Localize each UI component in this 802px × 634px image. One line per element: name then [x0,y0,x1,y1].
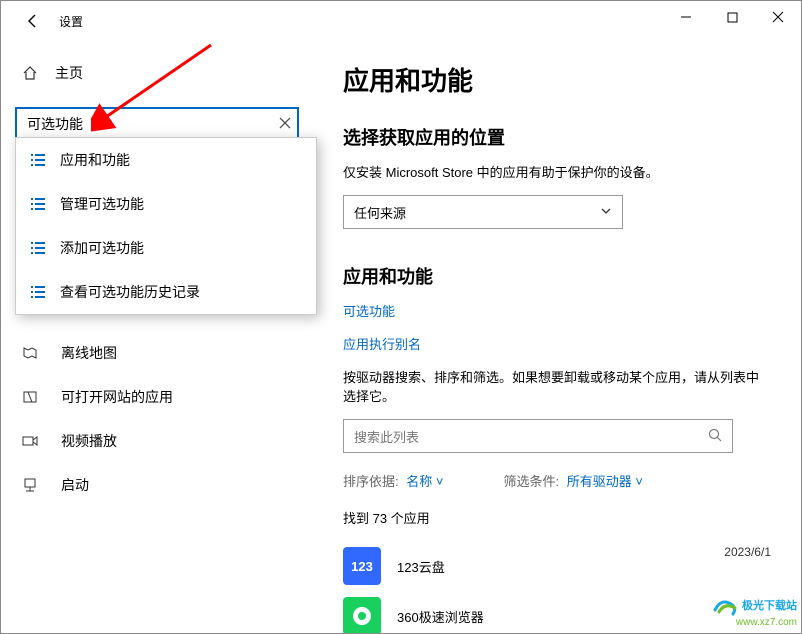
found-count: 找到 73 个应用 [343,508,771,527]
select-value: 任何来源 [354,203,406,222]
list-icon [30,284,46,300]
app-icon: 123 [343,547,381,585]
nav-label: 启动 [61,475,89,495]
nav-label: 可打开网站的应用 [61,387,173,407]
optional-features-link[interactable]: 可选功能 [343,301,771,320]
close-button[interactable] [755,1,801,33]
arrow-left-icon [25,13,41,29]
suggestion-item[interactable]: 查看可选功能历史记录 [16,270,316,314]
filter-control[interactable]: 筛选条件: 所有驱动器 ˅ [503,471,642,490]
filter-value: 所有驱动器 [567,474,632,489]
close-icon [772,11,784,23]
app-icon [343,597,381,633]
x-icon [279,117,291,129]
search-desc: 按驱动器搜索、排序和筛选。如果想要卸载或移动某个应用，请从列表中选择它。 [343,367,771,405]
browser-icon [350,604,374,628]
list-icon [30,240,46,256]
search-icon [708,428,722,445]
home-icon [21,64,39,82]
chevron-down-icon: ˅ [436,474,444,489]
window-controls [663,1,801,33]
content-area: 应用和功能 选择获取应用的位置 仅安装 Microsoft Store 中的应用… [313,41,801,633]
nav-label: 离线地图 [61,343,117,363]
sort-filter-row: 排序依据: 名称 ˅ 筛选条件: 所有驱动器 ˅ [343,471,771,490]
sort-label: 排序依据: [343,474,399,489]
section-title-apps: 应用和功能 [343,263,771,289]
list-icon [30,196,46,212]
maximize-button[interactable] [709,1,755,33]
maximize-icon [727,12,738,23]
section-desc: 仅安装 Microsoft Store 中的应用有助于保护你的设备。 [343,162,771,181]
app-name: 123云盘 [397,557,445,576]
back-button[interactable] [13,1,53,41]
minimize-icon [680,11,692,23]
nav-label: 视频播放 [61,431,117,451]
nav-startup[interactable]: 启动 [1,463,313,507]
list-icon [30,152,46,168]
app-source-select[interactable]: 任何来源 [343,195,623,229]
video-icon [21,432,39,450]
search-input[interactable] [15,107,299,141]
suggestion-item[interactable]: 添加可选功能 [16,226,316,270]
suggestion-label: 查看可选功能历史记录 [60,282,200,302]
nav-video-playback[interactable]: 视频播放 [1,419,313,463]
sort-value: 名称 [406,474,432,489]
app-date: 2023/6/1 [724,545,771,559]
chevron-down-icon [600,205,612,220]
nav-offline-maps[interactable]: 离线地图 [1,331,313,375]
suggestion-label: 添加可选功能 [60,238,144,258]
home-row[interactable]: 主页 [1,53,313,93]
suggestion-label: 管理可选功能 [60,194,144,214]
app-list-search[interactable]: 搜索此列表 [343,419,733,453]
suggestion-item[interactable]: 应用和功能 [16,138,316,182]
app-row[interactable]: 360极速浏览器 [343,591,771,633]
search-wrap [15,107,299,141]
title-bar: 设置 [1,1,801,41]
suggestion-label: 应用和功能 [60,150,130,170]
suggestion-item[interactable]: 管理可选功能 [16,182,316,226]
page-title: 应用和功能 [343,61,771,98]
app-alias-link[interactable]: 应用执行别名 [343,334,771,353]
sort-control[interactable]: 排序依据: 名称 ˅ [343,471,443,490]
chevron-down-icon: ˅ [635,474,643,489]
app-open-icon [21,388,39,406]
minimize-button[interactable] [663,1,709,33]
nav-website-apps[interactable]: 可打开网站的应用 [1,375,313,419]
search-suggestions: 应用和功能 管理可选功能 添加可选功能 查看可选功能历史记录 [15,137,317,315]
map-icon [21,344,39,362]
clear-search-button[interactable] [279,116,291,132]
startup-icon [21,476,39,494]
home-label: 主页 [55,63,83,83]
filter-label: 筛选条件: [503,474,559,489]
section-title-source: 选择获取应用的位置 [343,124,771,150]
app-row[interactable]: 123 123云盘 2023/6/1 [343,541,771,591]
window-title: 设置 [59,13,83,30]
nav-list: 离线地图 可打开网站的应用 视频播放 启动 [1,331,313,507]
sidebar: 主页 应用和功能 管理可选功能 添加可选功能 查看可 [1,41,313,633]
search-placeholder: 搜索此列表 [354,427,419,446]
app-name: 360极速浏览器 [397,607,484,626]
